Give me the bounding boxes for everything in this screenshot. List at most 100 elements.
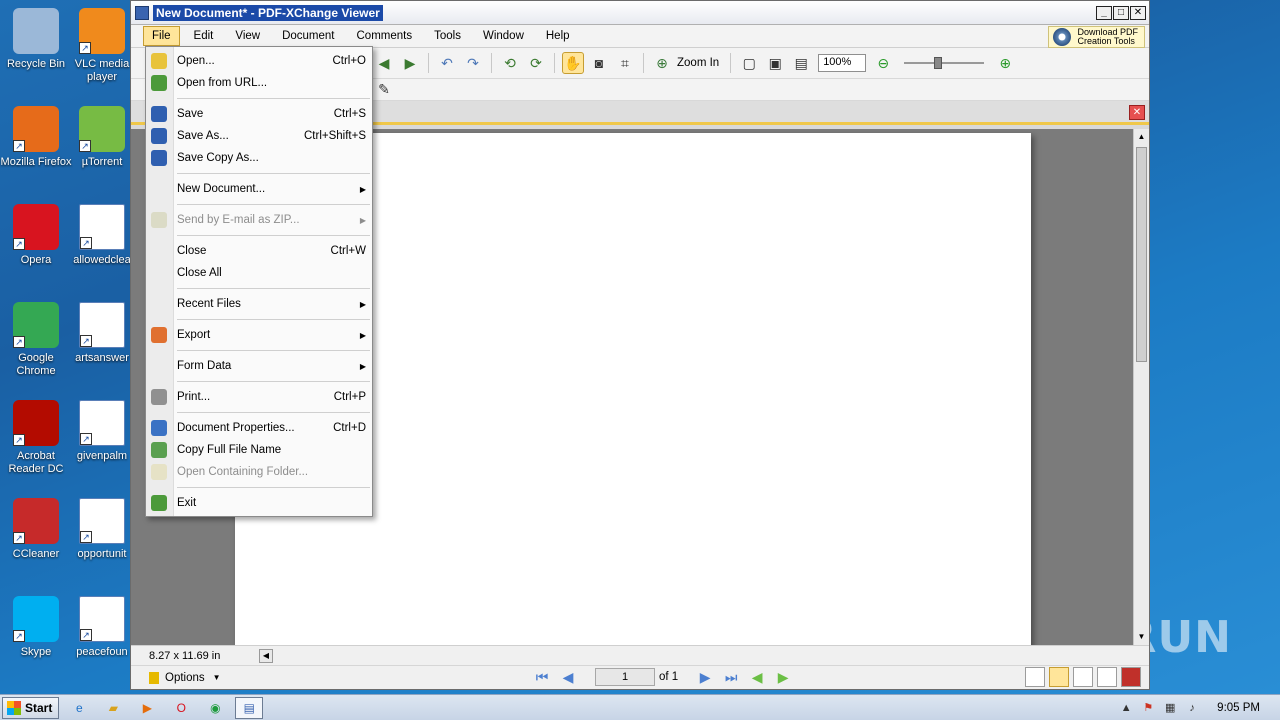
back-icon[interactable]: ◀ — [373, 52, 395, 74]
desktop-icon[interactable]: ↗ Google Chrome — [0, 302, 72, 378]
media-player-icon[interactable]: ▶ — [133, 697, 161, 719]
zoom-slider-thumb[interactable] — [934, 57, 943, 69]
file-menu-save-as[interactable]: Save As... Ctrl+Shift+S — [146, 125, 372, 147]
close-button[interactable]: ✕ — [1130, 5, 1146, 20]
zoom-slider[interactable] — [904, 57, 985, 69]
opera-taskbar-icon[interactable]: O — [167, 697, 195, 719]
file-explorer-icon[interactable]: ▰ — [99, 697, 127, 719]
word-doc-icon: ↗ — [79, 302, 125, 348]
file-menu-print[interactable]: Print... Ctrl+P — [146, 386, 372, 408]
zoom-out-icon[interactable]: ⊖ — [872, 52, 894, 74]
file-menu-open[interactable]: Open... Ctrl+O — [146, 50, 372, 72]
menu-item-shortcut: Ctrl+W — [330, 245, 366, 257]
rotate-right-icon[interactable]: ⟳ — [525, 52, 547, 74]
network-icon[interactable]: ▦ — [1163, 701, 1177, 715]
maximize-button[interactable]: □ — [1113, 5, 1129, 20]
zoom-level-input[interactable]: 100% — [818, 54, 867, 72]
rotate-left-icon[interactable]: ⟲ — [499, 52, 521, 74]
back-view-icon[interactable]: ◀ — [747, 667, 767, 687]
file-menu-export[interactable]: Export ▶ — [146, 324, 372, 346]
chrome-taskbar-icon[interactable]: ◉ — [201, 697, 229, 719]
clock[interactable]: 9:05 PM — [1217, 702, 1260, 714]
menu-edit[interactable]: Edit — [186, 27, 222, 45]
last-page-icon[interactable]: ⏭ — [721, 667, 741, 687]
page-number-input[interactable]: 1 — [595, 668, 655, 686]
redo-icon[interactable]: ↷ — [462, 52, 484, 74]
annotation-tool-icon[interactable]: ✎ — [373, 79, 395, 101]
options-button[interactable]: Options ▼ — [149, 671, 221, 684]
pdf-icon[interactable] — [1121, 667, 1141, 687]
file-menu-close[interactable]: Close Ctrl+W — [146, 240, 372, 262]
menu-view[interactable]: View — [227, 27, 268, 45]
menu-item-label: Document Properties... — [177, 422, 295, 434]
facing-view-icon[interactable] — [1073, 667, 1093, 687]
vertical-scrollbar[interactable]: ▲ ▼ — [1133, 129, 1149, 645]
title-bar[interactable]: New Document* - PDF-XChange Viewer _ □ ✕ — [131, 1, 1149, 25]
menu-tools[interactable]: Tools — [426, 27, 469, 45]
save-as-icon — [151, 128, 167, 144]
scroll-left-icon[interactable]: ◀ — [259, 648, 273, 663]
zoom-plus-icon[interactable]: ⊕ — [994, 52, 1016, 74]
continuous-view-icon[interactable] — [1049, 667, 1069, 687]
close-document-icon[interactable]: ✕ — [1129, 105, 1145, 120]
scroll-thumb[interactable] — [1136, 147, 1147, 362]
menu-help[interactable]: Help — [538, 27, 578, 45]
file-menu-save-copy-as[interactable]: Save Copy As... — [146, 147, 372, 169]
volume-icon[interactable]: ♪ — [1185, 701, 1199, 715]
scroll-down-icon[interactable]: ▼ — [1136, 631, 1147, 643]
file-menu-open-from-url[interactable]: Open from URL... — [146, 72, 372, 94]
previous-page-icon[interactable]: ◀ — [558, 667, 578, 687]
menu-file[interactable]: File — [143, 26, 180, 46]
file-menu-copy-full-file-name[interactable]: Copy Full File Name — [146, 439, 372, 461]
forward-icon[interactable]: ▶ — [399, 52, 421, 74]
menu-comments[interactable]: Comments — [349, 27, 421, 45]
menu-document[interactable]: Document — [274, 27, 342, 45]
desktop-icon[interactable]: ↗ Skype — [0, 596, 72, 659]
continuous-facing-view-icon[interactable] — [1097, 667, 1117, 687]
undo-icon[interactable]: ↶ — [436, 52, 458, 74]
file-menu-recent-files[interactable]: Recent Files ▶ — [146, 293, 372, 315]
menu-window[interactable]: Window — [475, 27, 532, 45]
snapshot-icon[interactable]: ◙ — [588, 52, 610, 74]
hand-tool-icon[interactable]: ✋ — [562, 52, 584, 74]
desktop-icon[interactable]: ↗ CCleaner — [0, 498, 72, 561]
file-menu-form-data[interactable]: Form Data ▶ — [146, 355, 372, 377]
next-page-icon[interactable]: ▶ — [695, 667, 715, 687]
zoom-in-button[interactable]: Zoom In — [677, 57, 719, 69]
chrome-icon: ↗ — [13, 302, 59, 348]
minimize-button[interactable]: _ — [1096, 5, 1112, 20]
show-hidden-icons-icon[interactable]: ▲ — [1119, 701, 1133, 715]
desktop-icon[interactable]: ↗ VLC media player — [66, 8, 138, 84]
file-menu-save[interactable]: Save Ctrl+S — [146, 103, 372, 125]
desktop-icon[interactable]: ↗ Opera — [0, 204, 72, 267]
forward-view-icon[interactable]: ▶ — [773, 667, 793, 687]
file-menu-new-document[interactable]: New Document... ▶ — [146, 178, 372, 200]
desktop-icon[interactable]: ↗ Mozilla Firefox — [0, 106, 72, 169]
file-menu-document-properties[interactable]: Document Properties... Ctrl+D — [146, 417, 372, 439]
start-button[interactable]: Start — [2, 696, 60, 719]
desktop-icon[interactable]: ↗ µTorrent — [66, 106, 138, 169]
download-pdf-creation-tools-button[interactable]: Download PDF Creation Tools — [1048, 26, 1145, 48]
internet-explorer-icon[interactable]: e — [65, 697, 93, 719]
desktop-icon[interactable]: ↗ peacefoun — [66, 596, 138, 659]
desktop-icon-label: VLC media player — [74, 58, 130, 83]
desktop-icon[interactable]: Recycle Bin — [0, 8, 72, 71]
desktop-icon[interactable]: ↗ givenpalm — [66, 400, 138, 463]
desktop-icon[interactable]: ↗ artsanswer — [66, 302, 138, 365]
fit-page-icon[interactable]: ▣ — [764, 52, 786, 74]
select-tool-icon[interactable]: ⌗ — [614, 52, 636, 74]
fit-width-icon[interactable]: ▤ — [790, 52, 812, 74]
desktop-icon[interactable]: ↗ opportunit — [66, 498, 138, 561]
desktop-icon[interactable]: ↗ allowedclea — [66, 204, 138, 267]
single-page-view-icon[interactable] — [1025, 667, 1045, 687]
file-menu-exit[interactable]: Exit — [146, 492, 372, 514]
first-page-icon[interactable]: ⏮ — [532, 667, 552, 687]
zoom-in-icon[interactable]: ⊕ — [651, 52, 673, 74]
scroll-up-icon[interactable]: ▲ — [1136, 131, 1147, 143]
pdf-xchange-taskbar-icon[interactable]: ▤ — [235, 696, 264, 719]
action-center-icon[interactable]: ⚑ — [1141, 701, 1155, 715]
desktop-icon[interactable]: ↗ Acrobat Reader DC — [0, 400, 72, 476]
file-menu-close-all[interactable]: Close All — [146, 262, 372, 284]
open-folder-icon — [151, 53, 167, 69]
actual-size-icon[interactable]: ▢ — [738, 52, 760, 74]
